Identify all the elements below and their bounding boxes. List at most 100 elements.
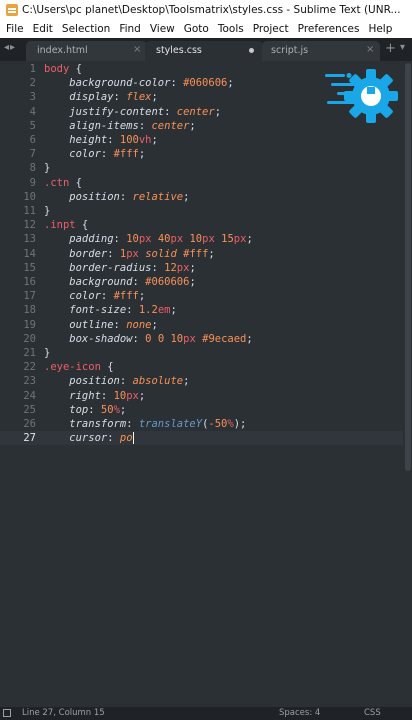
code-token: : — [126, 304, 139, 317]
code-token: background — [44, 276, 133, 288]
line-number: 10 — [23, 190, 36, 203]
close-icon[interactable]: × — [133, 44, 141, 55]
tab-list-dropdown-icon[interactable]: ▾ — [400, 42, 405, 53]
code-line[interactable]: .ctn { — [44, 176, 82, 190]
code-token: : — [100, 148, 114, 161]
code-token: ; — [183, 375, 190, 388]
tab-label: styles.css — [156, 45, 202, 56]
code-token: : — [132, 332, 146, 345]
vertical-scrollbar[interactable] — [403, 61, 412, 707]
code-token: ; — [189, 261, 196, 274]
tab-script-js[interactable]: script.js × — [262, 41, 380, 61]
line-number: 23 — [23, 375, 36, 388]
code-line[interactable]: } — [44, 161, 50, 175]
code-token: : — [126, 418, 139, 430]
code-token: : — [138, 119, 152, 132]
code-line[interactable]: height: 100vh; — [44, 133, 158, 147]
status-bar: Line 27, Column 15 Spaces: 4 CSS — [0, 707, 412, 720]
menu-view[interactable]: View — [147, 23, 181, 35]
code-token: ; — [138, 389, 146, 402]
line-number: 5 — [29, 119, 36, 132]
tab-label: script.js — [271, 45, 309, 56]
line-number: 15 — [23, 261, 36, 274]
menu-find[interactable]: Find — [116, 23, 147, 35]
code-line[interactable]: background-color: #060606; — [44, 76, 233, 90]
code-line[interactable]: .eye-icon { — [44, 360, 114, 374]
line-number: 21 — [23, 347, 36, 359]
code-line[interactable]: cursor: po — [44, 431, 134, 445]
code-token: color — [44, 148, 101, 161]
code-line[interactable]: position: absolute; — [44, 374, 189, 388]
code-token: } — [44, 347, 51, 359]
menu-selection[interactable]: Selection — [59, 23, 116, 35]
menu-edit[interactable]: Edit — [30, 23, 59, 35]
code-token: solid — [145, 247, 177, 260]
code-line[interactable]: right: 10px; — [44, 389, 145, 403]
code-line[interactable]: color: #fff; — [44, 289, 145, 303]
close-icon[interactable]: × — [366, 44, 374, 55]
code-token: transform — [44, 418, 127, 430]
code-line[interactable]: transform: translateY(-50%); — [44, 417, 246, 431]
code-token: 50 — [100, 403, 114, 416]
code-editor[interactable]: 1 2 3 4 5 6 7 8 9 10 11 12 13 14 15 16 17 18 19 20 21 22 23 24 2… — [0, 61, 412, 707]
window-title: C:\Users\pc planet\Desktop\Toolsmatrix\s… — [22, 4, 401, 16]
code-token: vh — [138, 134, 152, 146]
code-token: #fff — [183, 247, 209, 260]
code-token: ; — [246, 233, 253, 246]
code-line[interactable]: justify-content: center; — [44, 105, 221, 119]
tab-index-html[interactable]: index.html × — [26, 41, 147, 61]
code-line[interactable]: align-items: center; — [44, 119, 196, 133]
menu-project[interactable]: Project — [250, 23, 295, 35]
new-tab-icon[interactable]: + — [385, 41, 396, 56]
code-token: #fff — [113, 290, 139, 303]
indentation-setting[interactable]: Spaces: 4 — [279, 708, 320, 718]
syntax-selector[interactable]: CSS — [364, 708, 381, 718]
code-token: ; — [138, 290, 146, 303]
code-token: right — [44, 389, 101, 402]
code-line[interactable]: border: 1px solid #fff; — [44, 247, 214, 261]
chevron-right-icon[interactable]: ▸ — [10, 42, 16, 53]
code-token: font-size — [44, 304, 127, 317]
code-line[interactable]: top: 50%; — [44, 403, 126, 417]
code-line[interactable]: color: #fff; — [44, 147, 145, 161]
code-token: center — [176, 105, 215, 118]
code-line[interactable]: .inpt { — [44, 218, 88, 232]
line-number: 19 — [23, 318, 36, 331]
panel-toggle-icon[interactable] — [3, 709, 11, 717]
code-token: ; — [151, 318, 158, 331]
code-token: ; — [189, 119, 196, 132]
tab-styles-css[interactable]: styles.css — [145, 41, 263, 61]
code-line[interactable]: } — [44, 204, 50, 218]
code-line[interactable]: display: flex; — [44, 90, 158, 104]
menu-file[interactable]: File — [3, 23, 30, 35]
code-line[interactable]: body { — [44, 62, 82, 76]
code-token: { — [69, 63, 82, 75]
code-line[interactable]: font-size: 1.2em; — [44, 303, 177, 317]
code-token: } — [44, 205, 51, 217]
code-token: justify-content — [44, 105, 165, 118]
menu-help[interactable]: Help — [365, 23, 398, 35]
code-token: outline — [44, 318, 114, 331]
code-token: 10 — [189, 233, 203, 246]
tab-nav-arrows[interactable]: ◂▸ — [4, 42, 16, 53]
code-token: 15 — [221, 233, 234, 246]
code-token: -50 — [208, 418, 228, 430]
menu-preferences[interactable]: Preferences — [295, 23, 366, 35]
line-number: 27 — [23, 432, 36, 445]
line-number: 22 — [23, 361, 36, 374]
code-token: align-items — [44, 119, 139, 132]
menu-tools[interactable]: Tools — [215, 23, 250, 35]
unsaved-dot-icon[interactable] — [249, 48, 254, 53]
code-line[interactable]: } — [44, 346, 50, 360]
code-line[interactable]: padding: 10px 40px 10px 15px; — [44, 232, 253, 246]
code-line[interactable]: border-radius: 12px; — [44, 261, 196, 275]
line-number: 25 — [23, 403, 36, 416]
code-line[interactable]: box-shadow: 0 0 10px #9ecaed; — [44, 332, 252, 346]
menu-goto[interactable]: Goto — [181, 23, 215, 35]
tab-label: index.html — [37, 45, 88, 56]
code-line[interactable]: position: relative; — [44, 190, 189, 204]
scrollbar-thumb[interactable] — [405, 63, 411, 471]
code-line[interactable]: outline: none; — [44, 318, 158, 332]
line-number: 1 — [29, 63, 36, 75]
code-line[interactable]: background: #060606; — [44, 275, 195, 289]
